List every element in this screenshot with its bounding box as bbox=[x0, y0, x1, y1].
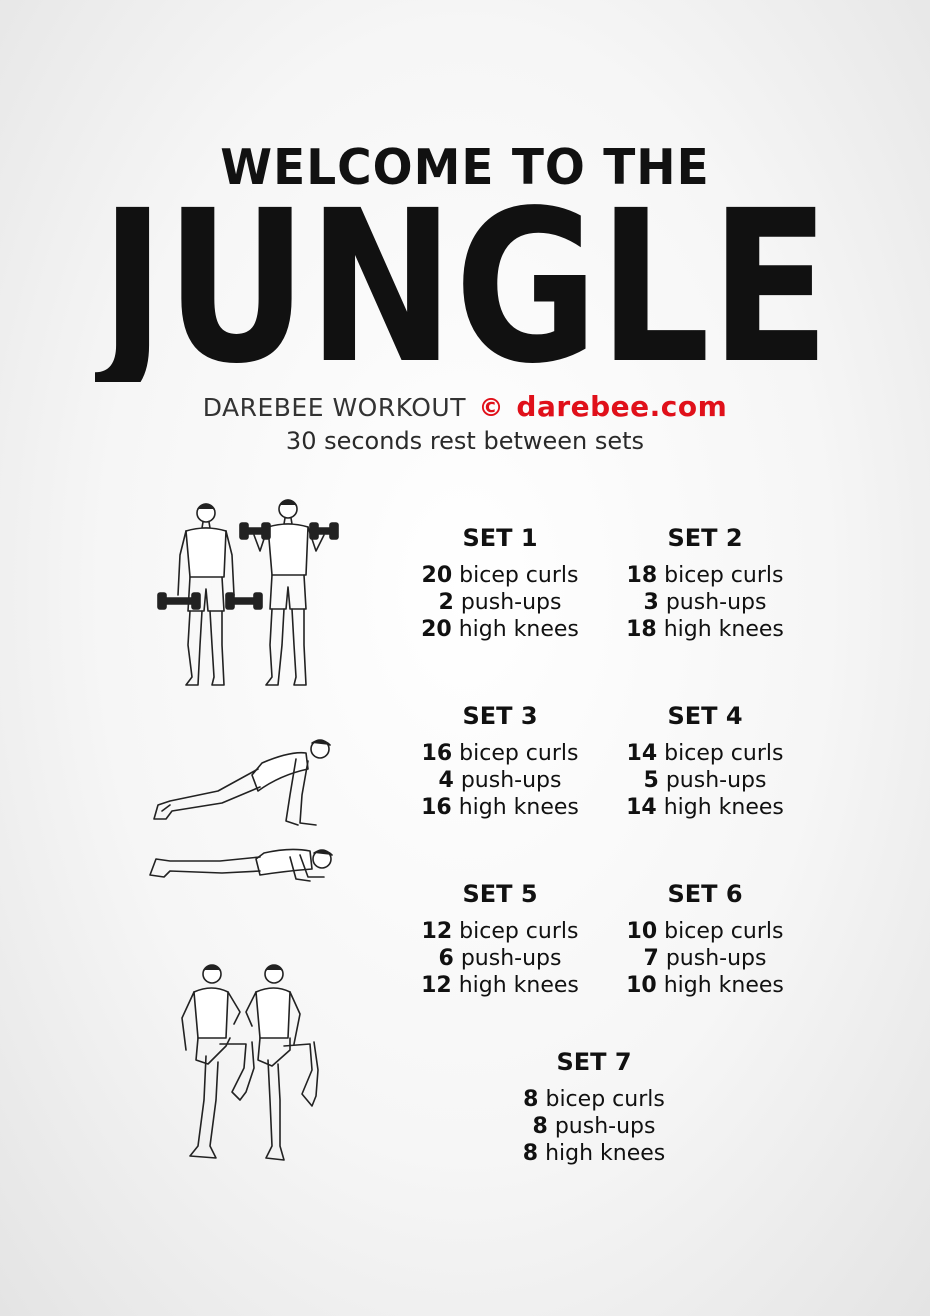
push-up-high-icon bbox=[153, 739, 331, 826]
push-up-figure bbox=[140, 735, 340, 895]
rest-note: 30 seconds rest between sets bbox=[285, 427, 645, 455]
bicep-curl-figure bbox=[150, 495, 340, 690]
exercise-name: high knees bbox=[663, 617, 784, 642]
exercise-count: 6 bbox=[438, 946, 454, 971]
set-card-2: SET 2 18 bicep curls 3 push-ups 18 high … bbox=[610, 524, 800, 643]
credit-line: DAREBEE WORKOUT © darebee.com bbox=[0, 390, 930, 423]
exercise-name: high knees bbox=[545, 1141, 666, 1166]
exercise-count: 20 bbox=[421, 563, 453, 588]
exercise-line: 5 push-ups bbox=[610, 767, 800, 794]
exercise-line: 4 push-ups bbox=[405, 767, 595, 794]
exercise-line: 10 bicep curls bbox=[610, 918, 800, 945]
exercise-name: bicep curls bbox=[545, 1087, 665, 1112]
exercise-name: bicep curls bbox=[664, 741, 784, 766]
exercise-name: bicep curls bbox=[459, 741, 579, 766]
exercise-line: 18 high knees bbox=[610, 616, 800, 643]
exercise-line: 8 high knees bbox=[499, 1140, 689, 1167]
exercise-count: 12 bbox=[421, 919, 453, 944]
exercise-line: 12 bicep curls bbox=[405, 918, 595, 945]
set-title: SET 3 bbox=[462, 702, 538, 730]
exercise-line: 14 high knees bbox=[610, 794, 800, 821]
set-card-6: SET 6 10 bicep curls 7 push-ups 10 high … bbox=[610, 880, 800, 999]
exercise-name: bicep curls bbox=[459, 563, 579, 588]
svg-text:JUNGLE: JUNGLE bbox=[95, 182, 830, 382]
exercise-count: 20 bbox=[421, 617, 452, 642]
set-card-7: SET 7 8 bicep curls 8 push-ups 8 high kn… bbox=[499, 1048, 689, 1167]
exercise-line: 18 bicep curls bbox=[610, 562, 800, 589]
exercise-line: 20 high knees bbox=[405, 616, 595, 643]
runner-left-icon bbox=[181, 964, 255, 1159]
title-main: JUNGLE bbox=[90, 165, 835, 410]
exercise-line: 16 high knees bbox=[405, 794, 595, 821]
exercise-name: high knees bbox=[663, 973, 784, 998]
exercise-count: 10 bbox=[626, 973, 657, 998]
exercise-count: 18 bbox=[626, 563, 658, 588]
exercise-name: bicep curls bbox=[459, 919, 579, 944]
exercise-line: 8 bicep curls bbox=[499, 1086, 689, 1113]
exercise-count: 12 bbox=[421, 973, 452, 998]
exercise-name: push-ups bbox=[460, 768, 562, 793]
exercise-count: 2 bbox=[438, 590, 454, 615]
exercise-name: high knees bbox=[458, 973, 579, 998]
exercise-line: 10 high knees bbox=[610, 972, 800, 999]
exercise-count: 5 bbox=[643, 768, 659, 793]
exercise-line: 14 bicep curls bbox=[610, 740, 800, 767]
exercise-count: 8 bbox=[523, 1087, 539, 1112]
exercise-count: 3 bbox=[643, 590, 659, 615]
high-knees-figure bbox=[160, 960, 325, 1170]
set-title: SET 6 bbox=[667, 880, 743, 908]
exercise-count: 8 bbox=[532, 1114, 548, 1139]
exercise-line: 16 bicep curls bbox=[405, 740, 595, 767]
exercise-line: 3 push-ups bbox=[610, 589, 800, 616]
set-title: SET 5 bbox=[462, 880, 538, 908]
exercise-count: 16 bbox=[421, 741, 453, 766]
set-card-3: SET 3 16 bicep curls 4 push-ups 16 high … bbox=[405, 702, 595, 821]
exercise-count: 10 bbox=[626, 919, 658, 944]
exercise-name: bicep curls bbox=[664, 563, 784, 588]
push-up-low-icon bbox=[149, 848, 333, 882]
exercise-name: push-ups bbox=[665, 768, 767, 793]
exercise-count: 14 bbox=[626, 741, 658, 766]
set-card-5: SET 5 12 bicep curls 6 push-ups 12 high … bbox=[405, 880, 595, 999]
exercise-count: 14 bbox=[626, 795, 657, 820]
exercise-count: 8 bbox=[522, 1141, 539, 1166]
exercise-count: 4 bbox=[438, 768, 454, 793]
set-card-1: SET 1 20 bicep curls 2 push-ups 20 high … bbox=[405, 524, 595, 643]
exercise-count: 7 bbox=[643, 946, 659, 971]
exercise-line: 2 push-ups bbox=[405, 589, 595, 616]
set-card-4: SET 4 14 bicep curls 5 push-ups 14 high … bbox=[610, 702, 800, 821]
exercise-name: push-ups bbox=[460, 946, 562, 971]
exercise-name: push-ups bbox=[665, 590, 767, 615]
exercise-name: high knees bbox=[458, 795, 579, 820]
credit-label: DAREBEE WORKOUT bbox=[202, 393, 466, 422]
exercise-line: 8 push-ups bbox=[499, 1113, 689, 1140]
copyright-icon: © bbox=[478, 393, 504, 422]
exercise-name: high knees bbox=[458, 617, 579, 642]
set-title: SET 1 bbox=[462, 524, 538, 552]
set-title: SET 4 bbox=[667, 702, 743, 730]
exercise-line: 20 bicep curls bbox=[405, 562, 595, 589]
exercise-name: high knees bbox=[663, 795, 784, 820]
exercise-count: 18 bbox=[626, 617, 657, 642]
exercise-name: push-ups bbox=[554, 1114, 656, 1139]
site-link[interactable]: darebee.com bbox=[516, 390, 727, 423]
exercise-name: push-ups bbox=[460, 590, 562, 615]
exercise-line: 6 push-ups bbox=[405, 945, 595, 972]
set-title: SET 7 bbox=[556, 1048, 632, 1076]
exercise-line: 12 high knees bbox=[405, 972, 595, 999]
exercise-name: push-ups bbox=[665, 946, 767, 971]
exercise-line: 7 push-ups bbox=[610, 945, 800, 972]
runner-right-icon bbox=[245, 964, 319, 1161]
set-title: SET 2 bbox=[667, 524, 743, 552]
exercise-count: 16 bbox=[421, 795, 452, 820]
exercise-name: bicep curls bbox=[664, 919, 784, 944]
